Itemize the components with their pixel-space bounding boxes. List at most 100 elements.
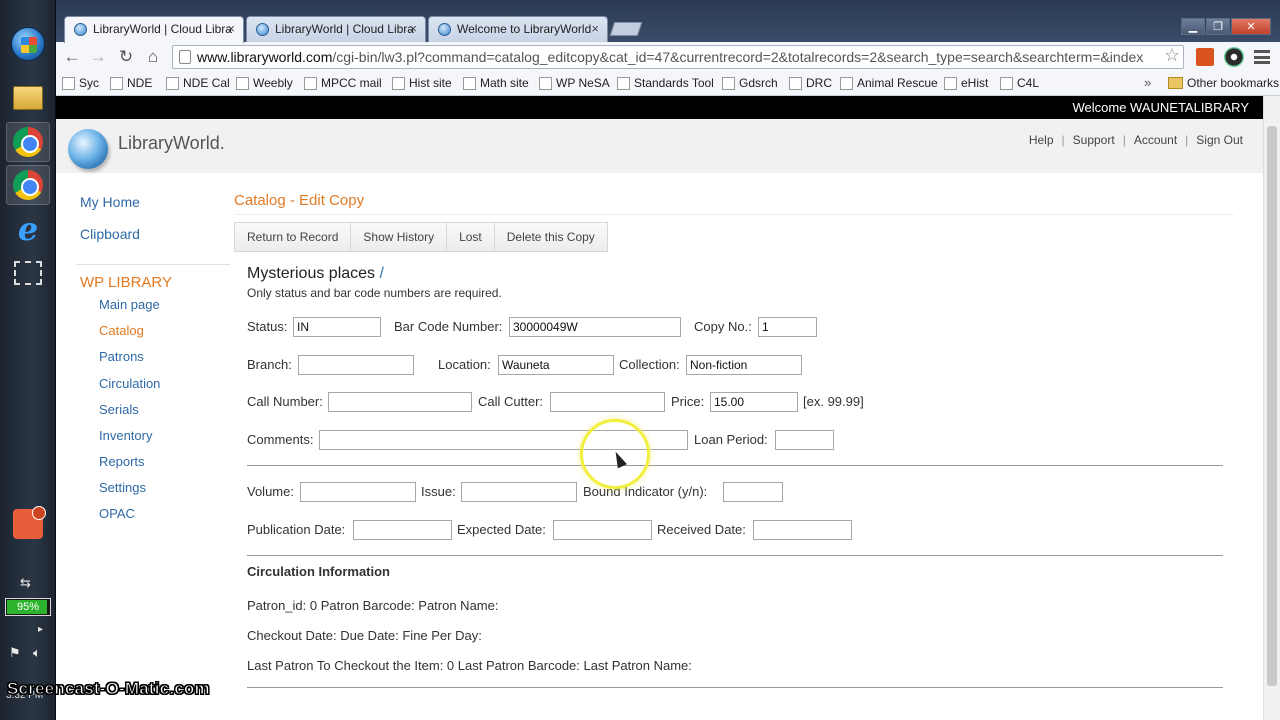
bookmark-item[interactable]: eHist bbox=[944, 76, 988, 90]
show-hidden-icon[interactable]: ▸ bbox=[38, 624, 43, 635]
account-link[interactable]: Account bbox=[1134, 133, 1177, 147]
issue-field[interactable] bbox=[461, 482, 577, 502]
help-link[interactable]: Help bbox=[1029, 133, 1054, 147]
close-tab-icon[interactable]: × bbox=[409, 17, 417, 41]
bookmark-icon bbox=[236, 77, 249, 90]
new-tab-button[interactable] bbox=[609, 22, 643, 36]
call-cutter-field[interactable] bbox=[550, 392, 665, 412]
sidebar-item-opac[interactable]: OPAC bbox=[99, 506, 135, 521]
maximize-button[interactable]: ❐ bbox=[1206, 18, 1230, 35]
bookmark-item[interactable]: DRC bbox=[789, 76, 832, 90]
chrome-icon bbox=[13, 170, 43, 200]
price-field[interactable] bbox=[710, 392, 798, 412]
bookmark-item[interactable]: Animal Rescue bbox=[840, 76, 938, 90]
site-logo[interactable]: LibraryWorld. bbox=[118, 133, 225, 154]
volume-icon[interactable]: 🔈︎ bbox=[33, 646, 41, 661]
bookmark-icon bbox=[840, 77, 853, 90]
show-history-button[interactable]: Show History bbox=[351, 223, 448, 251]
browser-tab-1[interactable]: LibraryWorld | Cloud Libra × bbox=[64, 16, 244, 43]
browser-tab-3[interactable]: Welcome to LibraryWorld × bbox=[428, 16, 608, 42]
bookmark-item[interactable]: WP NeSA bbox=[539, 76, 610, 90]
circulation-line: Last Patron To Checkout the Item: 0 Last… bbox=[247, 658, 692, 673]
bookmark-item[interactable]: C4L bbox=[1000, 76, 1039, 90]
bookmark-item[interactable]: NDE bbox=[110, 76, 152, 90]
bookmark-item[interactable]: Syc bbox=[62, 76, 99, 90]
windows-logo-icon bbox=[11, 27, 45, 61]
sidebar-item-circulation[interactable]: Circulation bbox=[99, 376, 160, 391]
other-bookmarks-folder[interactable]: Other bookmarks bbox=[1168, 76, 1279, 90]
bookmark-icon bbox=[110, 77, 123, 90]
received-date-field[interactable] bbox=[753, 520, 852, 540]
sidebar-item-reports[interactable]: Reports bbox=[99, 454, 145, 469]
sign-out-link[interactable]: Sign Out bbox=[1196, 133, 1243, 147]
reload-button[interactable]: ↻ bbox=[114, 46, 138, 68]
libraryworld-globe-icon bbox=[68, 129, 108, 169]
volume-field[interactable] bbox=[300, 482, 416, 502]
close-tab-icon[interactable]: × bbox=[227, 17, 235, 41]
sidebar-item-settings[interactable]: Settings bbox=[99, 480, 146, 495]
copy-no-field[interactable] bbox=[758, 317, 817, 337]
taskbar-chrome-1[interactable] bbox=[6, 122, 50, 162]
extension-todo-icon[interactable] bbox=[1196, 48, 1214, 66]
back-button[interactable]: ← bbox=[60, 46, 84, 68]
address-bar[interactable]: www.libraryworld.com/cgi-bin/lw3.pl?comm… bbox=[172, 45, 1184, 69]
home-button[interactable]: ⌂ bbox=[141, 46, 165, 68]
scrollbar-thumb[interactable] bbox=[1267, 126, 1277, 686]
close-window-button[interactable]: ✕ bbox=[1231, 18, 1271, 35]
sidebar-item-catalog[interactable]: Catalog bbox=[99, 323, 144, 338]
sidebar-item-my-home[interactable]: My Home bbox=[80, 194, 140, 210]
page-icon bbox=[179, 50, 191, 64]
taskbar-explorer[interactable] bbox=[6, 78, 50, 118]
support-link[interactable]: Support bbox=[1073, 133, 1115, 147]
expected-date-field[interactable] bbox=[553, 520, 652, 540]
loan-period-field[interactable] bbox=[775, 430, 834, 450]
status-field[interactable] bbox=[293, 317, 381, 337]
sidebar-item-serials[interactable]: Serials bbox=[99, 402, 139, 417]
extension-icon[interactable] bbox=[1224, 47, 1244, 67]
taskbar-ie[interactable]: e bbox=[6, 209, 50, 249]
chrome-menu-icon[interactable] bbox=[1254, 50, 1270, 64]
sidebar-item-inventory[interactable]: Inventory bbox=[99, 428, 152, 443]
forward-button[interactable]: → bbox=[86, 46, 110, 68]
bookmark-item[interactable]: NDE Cal bbox=[166, 76, 230, 90]
call-number-field[interactable] bbox=[328, 392, 472, 412]
bookmark-item[interactable]: Weebly bbox=[236, 76, 293, 90]
bound-indicator-field[interactable] bbox=[723, 482, 783, 502]
location-field[interactable] bbox=[498, 355, 614, 375]
network-icon[interactable]: ⇆ bbox=[20, 576, 31, 591]
taskbar-chrome-2[interactable] bbox=[6, 165, 50, 205]
sidebar-item-patrons[interactable]: Patrons bbox=[99, 349, 144, 364]
location-label: Location: bbox=[438, 357, 491, 372]
sidebar-item-clipboard[interactable]: Clipboard bbox=[80, 226, 140, 242]
folder-icon bbox=[13, 86, 43, 110]
bookmarks-overflow-button[interactable]: » bbox=[1144, 75, 1151, 90]
action-center-icon[interactable]: ⚑ bbox=[9, 646, 21, 661]
browser-tab-2[interactable]: LibraryWorld | Cloud Libra × bbox=[246, 16, 426, 42]
close-tab-icon[interactable]: × bbox=[591, 17, 599, 41]
barcode-field[interactable] bbox=[509, 317, 681, 337]
section-divider bbox=[247, 555, 1223, 556]
delete-copy-button[interactable]: Delete this Copy bbox=[495, 223, 607, 251]
collection-field[interactable] bbox=[686, 355, 802, 375]
taskbar-office[interactable] bbox=[6, 504, 50, 544]
globe-favicon-icon bbox=[74, 23, 87, 36]
sidebar-item-main-page[interactable]: Main page bbox=[99, 297, 160, 312]
bookmark-icon bbox=[463, 77, 476, 90]
lost-button[interactable]: Lost bbox=[447, 223, 495, 251]
minimize-button[interactable]: ▁ bbox=[1181, 18, 1205, 35]
start-button[interactable] bbox=[6, 24, 50, 64]
bookmark-item[interactable]: MPCC mail bbox=[304, 76, 382, 90]
page-scrollbar[interactable] bbox=[1263, 96, 1280, 720]
battery-indicator[interactable]: 95% bbox=[5, 598, 51, 616]
taskbar-snipping[interactable] bbox=[6, 253, 50, 293]
bookmark-item[interactable]: Math site bbox=[463, 76, 529, 90]
publication-date-field[interactable] bbox=[353, 520, 452, 540]
bookmark-item[interactable]: Gdsrch bbox=[722, 76, 778, 90]
bookmark-item[interactable]: Standards Tool bbox=[617, 76, 714, 90]
branch-field[interactable] bbox=[298, 355, 414, 375]
main-content: Catalog - Edit Copy Return to Record Sho… bbox=[234, 173, 1263, 693]
record-title-slash: / bbox=[379, 265, 384, 282]
bookmark-star-icon[interactable]: ☆ bbox=[1164, 45, 1180, 66]
return-to-record-button[interactable]: Return to Record bbox=[235, 223, 352, 251]
bookmark-item[interactable]: Hist site bbox=[392, 76, 452, 90]
